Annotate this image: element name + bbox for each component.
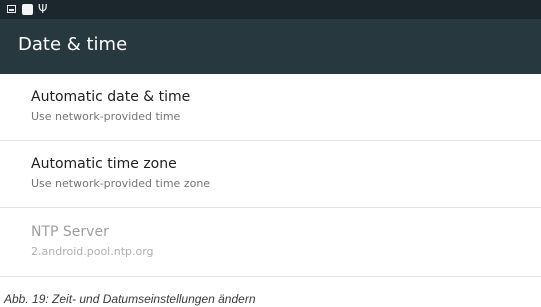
usb-icon: Ψ — [38, 2, 48, 16]
pref-automatic-time-zone[interactable]: Automatic time zone Use network-provided… — [0, 141, 541, 208]
pref-automatic-date-time[interactable]: Automatic date & time Use network-provid… — [0, 74, 541, 141]
figure-caption: Abb. 19: Zeit- und Datumseinstellungen ä… — [4, 292, 256, 306]
picture-notification-icon — [7, 5, 16, 13]
app-bar: Date & time — [0, 19, 541, 74]
pref-summary: Use network-provided time zone — [31, 177, 211, 190]
pref-summary: 2.android.pool.ntp.org — [31, 245, 154, 258]
page-title: Date & time — [18, 34, 128, 55]
status-bar: Ψ — [0, 0, 541, 19]
pref-ntp-server: NTP Server 2.android.pool.ntp.org — [0, 209, 541, 277]
square-notification-icon — [22, 4, 33, 15]
pref-title: NTP Server — [31, 224, 109, 240]
pref-title: Automatic time zone — [31, 156, 177, 172]
pref-title: Automatic date & time — [31, 89, 191, 105]
pref-summary: Use network-provided time — [31, 110, 181, 123]
